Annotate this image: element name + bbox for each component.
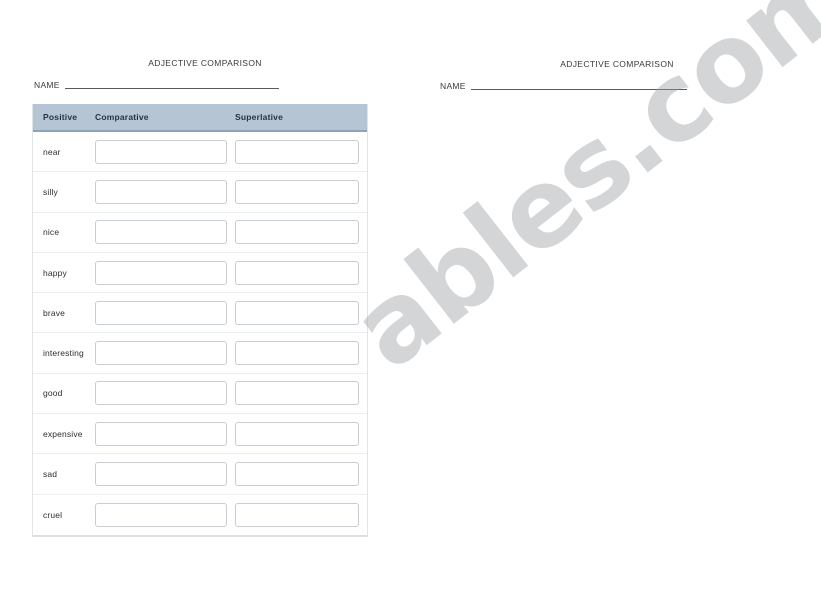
superlative-cell (235, 179, 367, 204)
superlative-input[interactable] (235, 502, 359, 527)
comparative-cell (95, 139, 235, 164)
name-field-row: NAME (34, 80, 334, 91)
superlative-cell (235, 502, 367, 527)
superlative-cell (235, 139, 367, 164)
table-row: cruel (33, 495, 367, 535)
table-row: expensive (33, 414, 367, 455)
superlative-input[interactable] (235, 260, 359, 285)
superlative-input[interactable] (235, 462, 359, 487)
table-row: happy (33, 253, 367, 294)
comparative-cell (95, 502, 235, 527)
worksheet-left: ADJECTIVE COMPARISON NAME Positive Compa… (0, 0, 410, 581)
comparative-cell (95, 260, 235, 285)
comparative-cell (95, 462, 235, 487)
comparative-input[interactable] (95, 260, 227, 285)
comparative-input[interactable] (95, 139, 227, 164)
superlative-input[interactable] (235, 139, 359, 164)
adjective-positive: happy (43, 267, 67, 278)
adjective-positive: expensive (43, 428, 83, 439)
superlative-input[interactable] (235, 341, 359, 366)
name-write-line[interactable] (470, 89, 687, 90)
superlative-cell (235, 381, 367, 406)
comparative-cell (95, 381, 235, 406)
adjective-table: Positive Comparative Superlative near si… (32, 104, 368, 537)
comparative-input[interactable] (95, 300, 227, 325)
table-row: brave (33, 293, 367, 334)
adjective-positive: brave (43, 307, 66, 318)
worksheet-right: ADJECTIVE COMPARISON NAME Positive Compa… (412, 0, 821, 581)
adjective-positive: sad (43, 469, 58, 480)
adjective-positive: cruel (43, 509, 63, 520)
column-header-comparative: Comparative (95, 112, 149, 122)
comparative-cell (95, 300, 235, 325)
column-header-superlative: Superlative (235, 112, 284, 122)
comparative-input[interactable] (95, 421, 227, 446)
adjective-positive: near (43, 146, 61, 157)
comparative-cell (95, 220, 235, 245)
comparative-input[interactable] (95, 502, 227, 527)
column-header-positive: Positive (43, 112, 78, 122)
superlative-input[interactable] (235, 179, 359, 204)
adjective-positive: nice (43, 227, 60, 238)
superlative-cell (235, 220, 367, 245)
table-row: nice (33, 213, 367, 253)
table-row: sad (33, 454, 367, 495)
comparative-cell (95, 341, 235, 366)
superlative-input[interactable] (235, 421, 359, 446)
comparative-input[interactable] (95, 179, 227, 204)
table-row: silly (33, 172, 367, 213)
name-label: NAME (34, 80, 60, 90)
page-title: ADJECTIVE COMPARISON (148, 58, 262, 68)
name-label: NAME (440, 81, 466, 91)
comparative-input[interactable] (95, 381, 227, 406)
adjective-positive: good (43, 388, 63, 399)
table-body: near silly nice happy brave interesting … (33, 132, 367, 535)
comparative-cell (95, 179, 235, 204)
comparative-cell (95, 421, 235, 446)
superlative-cell (235, 341, 367, 366)
table-header-row: Positive Comparative Superlative (33, 104, 367, 132)
comparative-input[interactable] (95, 462, 227, 487)
adjective-positive: interesting (43, 348, 84, 359)
name-field-row: NAME (440, 81, 740, 92)
adjective-positive: silly (43, 186, 58, 197)
comparative-input[interactable] (95, 220, 227, 245)
superlative-cell (235, 260, 367, 285)
comparative-input[interactable] (95, 341, 227, 366)
superlative-cell (235, 462, 367, 487)
superlative-cell (235, 421, 367, 446)
table-row: interesting (33, 333, 367, 374)
superlative-cell (235, 300, 367, 325)
superlative-input[interactable] (235, 381, 359, 406)
page-title: ADJECTIVE COMPARISON (560, 59, 674, 69)
superlative-input[interactable] (235, 300, 359, 325)
table-row: good (33, 374, 367, 415)
name-write-line[interactable] (64, 88, 279, 89)
superlative-input[interactable] (235, 220, 359, 245)
table-row: near (33, 132, 367, 173)
